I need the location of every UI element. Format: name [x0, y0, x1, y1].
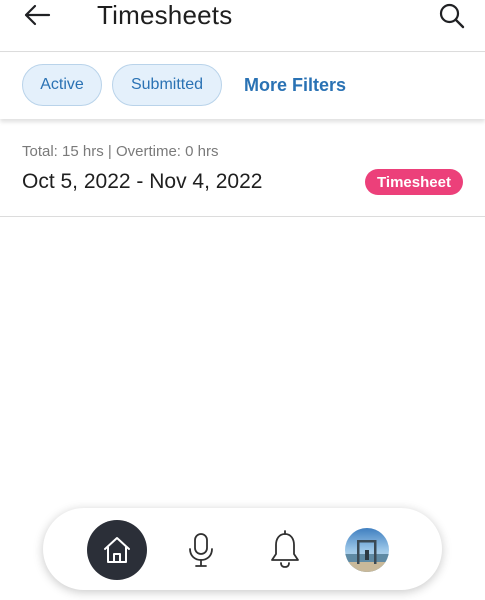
search-icon: [439, 3, 465, 29]
timesheet-card[interactable]: Total: 15 hrs | Overtime: 0 hrs Oct 5, 2…: [0, 130, 485, 217]
more-filters-link[interactable]: More Filters: [244, 75, 346, 96]
timesheet-badge: Timesheet: [365, 169, 463, 195]
timesheet-summary: Total: 15 hrs | Overtime: 0 hrs: [22, 143, 219, 160]
bottom-nav: [43, 508, 442, 590]
microphone-icon: [189, 533, 213, 567]
nav-notifications-button[interactable]: [268, 530, 302, 570]
nav-home-button[interactable]: [87, 520, 147, 580]
arrow-left-icon: [24, 4, 51, 26]
filter-chip-submitted[interactable]: Submitted: [112, 64, 222, 106]
nav-voice-button[interactable]: [183, 530, 219, 570]
page-title: Timesheets: [97, 0, 233, 30]
bell-icon: [271, 530, 299, 568]
search-button[interactable]: [438, 2, 466, 30]
back-button[interactable]: [22, 2, 52, 28]
filter-bar: Active Submitted More Filters: [0, 53, 485, 119]
avatar-image: [345, 528, 389, 572]
top-app-bar: Timesheets: [0, 0, 485, 52]
timesheet-date-range: Oct 5, 2022 - Nov 4, 2022: [22, 170, 263, 193]
home-icon: [104, 537, 130, 563]
avatar[interactable]: [345, 528, 389, 572]
filter-chip-active[interactable]: Active: [22, 64, 102, 106]
